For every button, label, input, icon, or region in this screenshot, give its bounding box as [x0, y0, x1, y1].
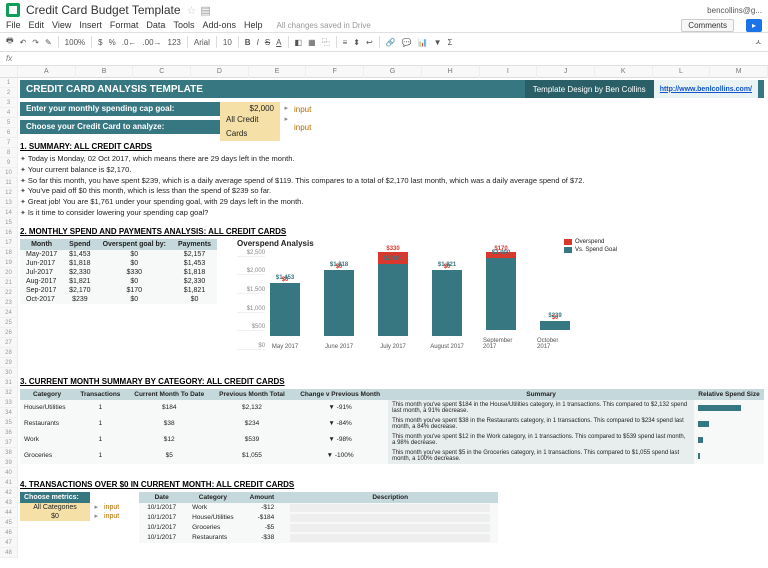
link-icon[interactable]: 🔗 [386, 38, 396, 47]
wrap-icon[interactable]: ↩ [366, 38, 373, 47]
sheets-logo-icon [6, 3, 20, 17]
percent-icon[interactable]: % [109, 38, 116, 47]
goal-label: Enter your monthly spending cap goal: [20, 102, 220, 116]
zoom-select[interactable]: 100% [65, 38, 85, 47]
bold-icon[interactable]: B [245, 38, 251, 47]
choose-metrics-label: Choose metrics: [20, 492, 90, 503]
fill-color-icon[interactable]: ◧ [295, 38, 303, 47]
doc-title[interactable]: Credit Card Budget Template [26, 3, 181, 17]
chart-title: Overspend Analysis [237, 239, 617, 248]
menu-view[interactable]: View [52, 20, 71, 30]
italic-icon[interactable]: I [257, 38, 259, 47]
formula-bar[interactable]: fx [0, 52, 768, 66]
monthly-table[interactable]: MonthSpendOverspent goal by:PaymentsMay-… [20, 239, 217, 304]
banner-design-credit: Template Design by Ben Collins [525, 80, 654, 98]
row-headers[interactable]: 1234567891011121314151617181920212223242… [0, 78, 18, 558]
summary-bullets: Today is Monday, 02 Oct 2017, which mean… [20, 154, 764, 219]
undo-icon[interactable]: ↶ [20, 38, 27, 47]
menu-insert[interactable]: Insert [79, 20, 102, 30]
redo-icon[interactable]: ↷ [32, 38, 39, 47]
menu-file[interactable]: File [6, 20, 21, 30]
chart-icon[interactable]: 📊 [418, 38, 428, 47]
metric-amount-select[interactable]: $0 [20, 512, 90, 521]
card-label: Choose your Credit Card to analyze: [20, 120, 220, 134]
overspend-chart: Overspend Analysis Overspend Vs. Spend G… [237, 239, 617, 369]
decimal-inc-icon[interactable]: .00→ [142, 38, 161, 47]
menu-help[interactable]: Help [244, 20, 263, 30]
share-button[interactable]: ▸ [746, 19, 762, 32]
filter-icon[interactable]: ▼ [434, 38, 442, 47]
merge-icon[interactable]: ⿻ [322, 37, 330, 48]
valign-icon[interactable]: ⬍ [353, 38, 360, 47]
print-icon[interactable]: 🖶 [6, 35, 14, 49]
metric-category-select[interactable]: All Categories [20, 503, 90, 512]
paint-icon[interactable]: ✎ [45, 38, 52, 47]
section2-heading: 2. MONTHLY SPEND AND PAYMENTS ANALYSIS: … [20, 227, 764, 236]
account-name[interactable]: bencollins@g... [707, 6, 762, 15]
folder-icon[interactable]: ▤ [200, 4, 210, 17]
functions-icon[interactable]: Σ [448, 38, 453, 47]
transactions-table[interactable]: DateCategoryAmountDescription10/1/2017Wo… [139, 492, 498, 543]
halign-icon[interactable]: ≡ [343, 38, 348, 47]
fx-icon: fx [6, 54, 12, 63]
toolbar: 🖶 ↶ ↷ ✎ 100% $ % .0← .00→ 123 Arial 10 B… [0, 32, 768, 52]
text-color-icon[interactable]: A [276, 38, 281, 47]
borders-icon[interactable]: ▦ [308, 38, 316, 47]
currency-icon[interactable]: $ [98, 38, 102, 47]
star-icon[interactable]: ☆ [187, 4, 197, 17]
menu-format[interactable]: Format [110, 20, 139, 30]
section3-heading: 3. CURRENT MONTH SUMMARY BY CATEGORY: AL… [20, 377, 764, 386]
goal-input-tag: input [294, 105, 311, 114]
decimal-dec-icon[interactable]: .0← [122, 38, 137, 47]
save-status: All changes saved in Drive [277, 21, 371, 30]
category-table[interactable]: CategoryTransactionsCurrent Month To Dat… [20, 389, 764, 464]
section4-heading: 4. TRANSACTIONS OVER $0 IN CURRENT MONTH… [20, 480, 764, 489]
menu-bar: File Edit View Insert Format Data Tools … [0, 18, 768, 32]
banner: CREDIT CARD ANALYSIS TEMPLATE Template D… [20, 80, 764, 98]
title-bar: Credit Card Budget Template ☆ ▤ bencolli… [0, 0, 768, 18]
font-select[interactable]: Arial [194, 38, 210, 47]
comments-button[interactable]: Comments [681, 19, 734, 32]
banner-link[interactable]: http://www.benlcollins.com/ [660, 86, 752, 93]
menu-data[interactable]: Data [146, 20, 165, 30]
column-headers[interactable]: ABCDEFGHIJKLM [0, 66, 768, 78]
strike-icon[interactable]: S [265, 38, 270, 47]
card-select-cell[interactable]: All Credit Cards [220, 113, 280, 141]
banner-title: CREDIT CARD ANALYSIS TEMPLATE [26, 84, 203, 95]
card-input-tag: input [294, 123, 311, 132]
number-format[interactable]: 123 [168, 38, 181, 47]
menu-edit[interactable]: Edit [29, 20, 45, 30]
collapse-toolbar-icon[interactable]: ㅅ [755, 37, 762, 48]
comment-icon[interactable]: 💬 [402, 38, 412, 47]
menu-addons[interactable]: Add-ons [202, 20, 236, 30]
menu-tools[interactable]: Tools [173, 20, 194, 30]
font-size[interactable]: 10 [223, 38, 232, 47]
section1-heading: 1. SUMMARY: ALL CREDIT CARDS [20, 142, 764, 151]
